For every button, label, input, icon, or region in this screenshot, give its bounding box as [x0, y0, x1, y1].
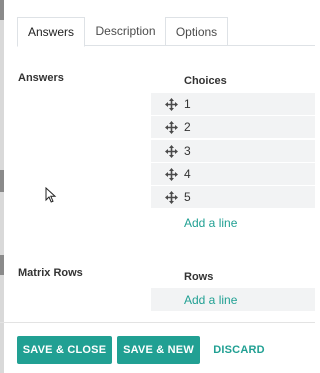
tab-answers[interactable]: Answers: [17, 17, 85, 47]
tab-options[interactable]: Options: [165, 17, 228, 46]
tab-description[interactable]: Description: [86, 17, 165, 46]
choice-value: 4: [184, 167, 191, 181]
choice-row[interactable]: 5: [151, 186, 315, 209]
drag-handle-icon[interactable]: [165, 98, 178, 111]
add-choice-link[interactable]: Add a line: [184, 216, 237, 230]
choice-row[interactable]: 4: [151, 163, 315, 186]
choice-value: 1: [184, 97, 191, 111]
choice-value: 5: [184, 190, 191, 204]
drag-handle-icon[interactable]: [165, 168, 178, 181]
save-close-button[interactable]: SAVE & CLOSE: [17, 336, 112, 364]
rows-column-header: Rows: [184, 271, 214, 283]
matrix-add-row: Add a line: [151, 288, 315, 312]
drag-handle-icon[interactable]: [165, 191, 178, 204]
tab-bar: Answers Description Options: [17, 17, 315, 47]
window-left-edge: [0, 0, 4, 373]
choice-row[interactable]: 2: [151, 116, 315, 139]
drag-handle-icon[interactable]: [165, 121, 178, 134]
add-matrix-row-link[interactable]: Add a line: [184, 293, 237, 307]
answers-field-label: Answers: [18, 72, 64, 84]
choice-row[interactable]: 3: [151, 140, 315, 163]
discard-button[interactable]: DISCARD: [208, 336, 270, 364]
choice-row[interactable]: 1: [151, 93, 315, 116]
choices-column-header: Choices: [184, 75, 227, 87]
mouse-pointer-icon: [45, 187, 57, 203]
footer-divider: [0, 322, 315, 323]
matrix-rows-field-label: Matrix Rows: [18, 267, 83, 279]
choice-value: 3: [184, 144, 191, 158]
drag-handle-icon[interactable]: [165, 145, 178, 158]
save-new-button[interactable]: SAVE & NEW: [117, 336, 200, 364]
choice-value: 2: [184, 120, 191, 134]
